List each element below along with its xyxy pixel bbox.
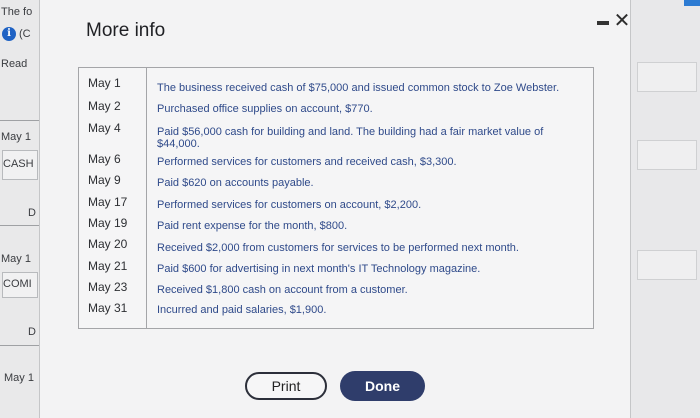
row-date: May 9 bbox=[88, 173, 121, 187]
bg-cell bbox=[637, 140, 697, 170]
bg-divider bbox=[0, 120, 40, 121]
transactions-table: May 1 The business received cash of $75,… bbox=[78, 67, 594, 329]
row-date: May 31 bbox=[88, 301, 128, 315]
row-description: Performed services for customers on acco… bbox=[157, 199, 422, 211]
bg-cell bbox=[637, 250, 697, 280]
more-info-dialog: More info ✕ May 1 The business received … bbox=[40, 0, 630, 418]
bg-fragment-date3: May 1 bbox=[4, 372, 34, 384]
row-description: Paid $620 on accounts payable. bbox=[157, 177, 314, 189]
info-icon[interactable]: i bbox=[2, 27, 16, 41]
row-description-continued: $44,000. bbox=[157, 138, 200, 150]
bg-fragment-read: Read bbox=[1, 58, 28, 70]
print-button[interactable]: Print bbox=[245, 372, 327, 400]
bg-fragment-date: May 1 bbox=[1, 131, 31, 143]
row-date: May 20 bbox=[88, 237, 128, 251]
row-description: Performed services for customers and rec… bbox=[157, 156, 457, 168]
row-description: Received $2,000 from customers for servi… bbox=[157, 242, 519, 254]
row-date: May 2 bbox=[88, 99, 121, 113]
row-description: Incurred and paid salaries, $1,900. bbox=[157, 304, 327, 316]
row-date: May 6 bbox=[88, 152, 121, 166]
row-date: May 1 bbox=[88, 76, 121, 90]
close-icon[interactable]: ✕ bbox=[612, 11, 632, 31]
bg-fragment-paren: (C bbox=[19, 28, 31, 40]
bg-fragment-comm: COMI bbox=[3, 278, 32, 290]
row-date: May 19 bbox=[88, 216, 128, 230]
row-description: Paid $600 for advertising in next month'… bbox=[157, 263, 481, 275]
dialog-title: More info bbox=[86, 20, 166, 41]
row-date: May 23 bbox=[88, 280, 128, 294]
bg-accent-bar bbox=[684, 0, 700, 6]
bg-fragment-d2: D bbox=[28, 326, 36, 338]
bg-fragment-cash: CASH bbox=[3, 158, 34, 170]
background-page: The fo i (C Read May 1 CASH D May 1 COMI… bbox=[0, 0, 40, 418]
row-description: The business received cash of $75,000 an… bbox=[157, 82, 560, 94]
bg-fragment-title: The fo bbox=[1, 6, 33, 18]
bg-divider bbox=[0, 345, 40, 346]
row-description: Received $1,800 cash on account from a c… bbox=[157, 284, 408, 296]
row-description: Paid $56,000 cash for building and land.… bbox=[157, 126, 544, 138]
row-description: Paid rent expense for the month, $800. bbox=[157, 220, 348, 232]
minimize-icon[interactable] bbox=[597, 21, 609, 25]
bg-cell bbox=[637, 62, 697, 92]
row-date: May 17 bbox=[88, 195, 128, 209]
row-date: May 21 bbox=[88, 259, 128, 273]
background-right-panel bbox=[628, 0, 700, 418]
bg-fragment-d1: D bbox=[28, 207, 36, 219]
row-description: Purchased office supplies on account, $7… bbox=[157, 103, 373, 115]
done-button[interactable]: Done bbox=[340, 371, 425, 401]
bg-divider bbox=[0, 225, 40, 226]
bg-fragment-date2: May 1 bbox=[1, 253, 31, 265]
row-date: May 4 bbox=[88, 121, 121, 135]
